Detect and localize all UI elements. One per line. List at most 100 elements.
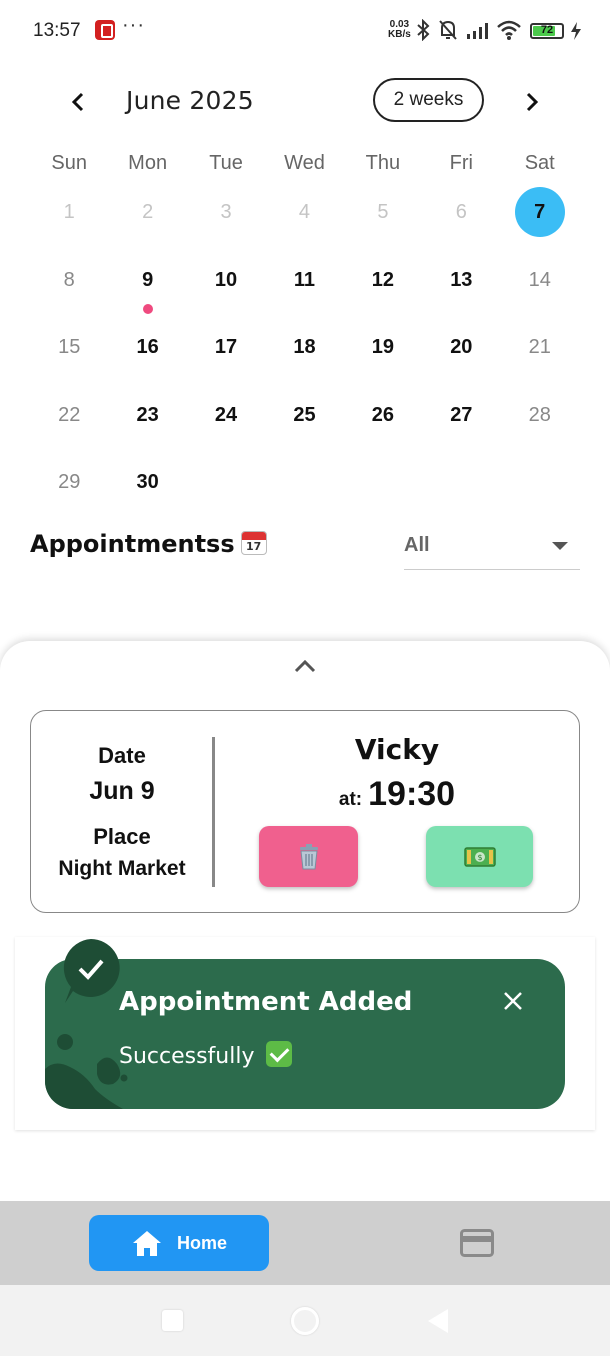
nav-home-button[interactable]: Home <box>89 1215 269 1271</box>
client-name: Vicky <box>354 733 440 766</box>
calendar-day-number: 27 <box>450 403 473 426</box>
calendar-day-21[interactable]: 21 <box>501 321 579 389</box>
calendar-day-4[interactable]: 4 <box>265 186 343 254</box>
success-toast: Appointment Added Successfully <box>45 939 565 1109</box>
calendar-day-number: 26 <box>371 403 395 426</box>
calendar-day-17[interactable]: 17 <box>187 321 265 389</box>
calendar-day-number: 21 <box>528 336 551 358</box>
next-month-button[interactable] <box>514 84 550 120</box>
calendar-day-20[interactable]: 20 <box>422 321 500 389</box>
calendar-day-14[interactable]: 14 <box>501 254 579 322</box>
recent-apps-button[interactable] <box>162 1310 183 1331</box>
calendar-day-30[interactable]: 30 <box>108 456 186 524</box>
expand-sheet-handle[interactable] <box>293 657 317 675</box>
day-of-week-label: Tue <box>209 152 243 174</box>
appointments-sheet: Date Jun 9 Place Night Market Vicky at: 1… <box>0 641 610 1201</box>
charging-icon <box>571 22 581 40</box>
calendar-day-number: 12 <box>371 268 395 291</box>
appointment-details: Date Jun 9 Place Night Market <box>31 711 213 912</box>
at-label: at: <box>338 789 363 810</box>
svg-text:$: $ <box>477 853 482 862</box>
day-of-week-label: Wed <box>284 152 325 174</box>
calendar-day-3[interactable]: 3 <box>187 186 265 254</box>
calendar-header: June 2025 2 weeks <box>0 70 610 132</box>
day-of-week-label: Sat <box>524 152 555 174</box>
calendar-day-11[interactable]: 11 <box>265 254 343 322</box>
calendar-day-19[interactable]: 19 <box>344 321 422 389</box>
calendar-day-24[interactable]: 24 <box>187 389 265 457</box>
days-of-week-row: Sun Mon Tue Wed Thu Fri Sat <box>30 140 579 186</box>
chevron-right-icon <box>526 92 539 112</box>
nav-payment-card-button[interactable] <box>460 1229 494 1257</box>
home-system-button[interactable] <box>291 1307 319 1335</box>
calendar-empty-cell <box>187 456 265 524</box>
calendar-day-22[interactable]: 22 <box>30 389 108 457</box>
calendar-empty-cell <box>422 456 500 524</box>
wifi-icon <box>497 20 521 40</box>
network-speed: 0.03 KB/s <box>388 20 411 40</box>
calendar-day-29[interactable]: 29 <box>30 456 108 524</box>
calendar-week-row: 29 30 <box>30 456 579 524</box>
month-title: June 2025 <box>126 86 254 115</box>
status-bar: 13:57 ··· 0.03 KB/s 72 <box>0 0 610 60</box>
calendar-grid: Sun Mon Tue Wed Thu Fri Sat 1 2 3 4 5 6 7 8 9 10 1… <box>30 140 579 524</box>
close-icon[interactable] <box>501 989 525 1013</box>
day-of-week-label: Fri <box>449 152 473 174</box>
calendar-day-number: 30 <box>136 471 159 493</box>
calendar-day-10[interactable]: 10 <box>187 254 265 322</box>
calendar-format-button[interactable]: 2 weeks <box>373 78 484 122</box>
more-notifications-icon: ··· <box>122 14 145 36</box>
calendar-day-1[interactable]: 1 <box>30 186 108 254</box>
calendar-day-number: 7 <box>514 187 565 237</box>
calendar-day-7[interactable]: 7 <box>501 186 579 254</box>
calendar-day-number: 25 <box>293 403 316 426</box>
calendar-empty-cell <box>344 456 422 524</box>
calendar-day-15[interactable]: 15 <box>30 321 108 389</box>
toast-area: Appointment Added Successfully <box>15 937 595 1130</box>
day-of-week-label: Thu <box>365 152 401 174</box>
home-icon <box>132 1231 161 1256</box>
dropdown-arrow-icon <box>552 542 568 550</box>
calendar-day-number: 8 <box>63 268 75 291</box>
calendar-day-9[interactable]: 9 <box>108 254 186 322</box>
calendar-day-number: 5 <box>377 201 389 223</box>
chevron-up-icon <box>294 659 316 673</box>
calendar-day-8[interactable]: 8 <box>30 254 108 322</box>
back-button[interactable] <box>428 1309 448 1333</box>
previous-month-button[interactable] <box>60 84 96 120</box>
calendar-day-28[interactable]: 28 <box>501 389 579 457</box>
calendar-day-18[interactable]: 18 <box>265 321 343 389</box>
check-mark-emoji-icon <box>265 1041 292 1067</box>
appointment-filter-dropdown[interactable]: All <box>404 520 580 570</box>
payment-button[interactable]: $ <box>426 826 533 887</box>
calendar-day-6[interactable]: 6 <box>422 186 500 254</box>
calendar-day-26[interactable]: 26 <box>344 389 422 457</box>
calendar-day-2[interactable]: 2 <box>108 186 186 254</box>
calendar-day-13[interactable]: 13 <box>422 254 500 322</box>
calendar-day-5[interactable]: 5 <box>344 186 422 254</box>
delete-appointment-button[interactable] <box>259 826 358 887</box>
appointment-card[interactable]: Date Jun 9 Place Night Market Vicky at: 1… <box>30 710 580 913</box>
calendar-day-27[interactable]: 27 <box>422 389 500 457</box>
calendar-day-number: 13 <box>450 268 473 291</box>
calendar-day-16[interactable]: 16 <box>108 321 186 389</box>
calendar-day-number: 11 <box>293 268 316 291</box>
calendar-day-12[interactable]: 12 <box>344 254 422 322</box>
app-notification-icon <box>95 20 115 40</box>
calendar-day-number: 18 <box>293 336 316 358</box>
date-value: Jun 9 <box>89 777 155 805</box>
calendar-day-25[interactable]: 25 <box>265 389 343 457</box>
calendar-day-number: 28 <box>528 403 551 426</box>
bluetooth-icon <box>417 19 430 41</box>
calendar-day-number: 6 <box>455 201 467 223</box>
calendar-week-row: 22 23 24 25 26 27 28 <box>30 389 579 457</box>
calendar-day-number: 16 <box>136 336 159 358</box>
calendar-day-number: 22 <box>58 403 81 426</box>
bell-muted-icon <box>439 20 457 40</box>
toast-message-text: Successfully <box>119 1044 255 1069</box>
calendar-day-number: 24 <box>214 403 238 426</box>
calendar-day-number: 3 <box>220 201 232 223</box>
place-value: Night Market <box>58 857 186 880</box>
calendar-day-23[interactable]: 23 <box>108 389 186 457</box>
appointments-heading: Appointmentss <box>30 530 267 558</box>
